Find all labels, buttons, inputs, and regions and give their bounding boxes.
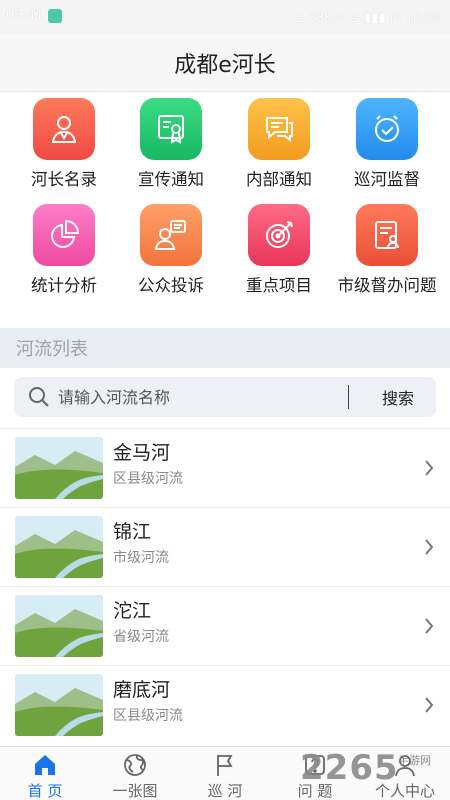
- chevron-right-icon: [425, 539, 434, 555]
- chevron-right-icon: [425, 618, 434, 634]
- grid-item-label: 河长名录: [31, 170, 97, 189]
- grid-item-label: 巡河监督: [354, 170, 420, 189]
- tab-map[interactable]: 一张图: [90, 747, 180, 800]
- list-item[interactable]: 磨底河 区县级河流: [0, 665, 450, 744]
- notification-app-icon: [48, 9, 62, 23]
- function-grid: 河长名录 宣传通知 内部通知 巡河监督 统计分析 公众投诉 重点项目 市级督办问…: [0, 92, 450, 328]
- app-header: 成都e河长: [0, 34, 450, 92]
- grid-item-internal-notice[interactable]: 内部通知: [223, 92, 335, 196]
- river-level: 市级河流: [113, 550, 169, 566]
- river-thumbnail: [15, 437, 103, 499]
- search-area: 搜索: [0, 368, 450, 428]
- grid-item-label: 内部通知: [246, 170, 312, 189]
- status-indicators: 2.33K/s ᯤ ▮▮▮ ıll 100%: [295, 11, 442, 26]
- river-level: 区县级河流: [113, 708, 183, 724]
- river-list: 金马河 区县级河流 锦江 市级河流 沱江 省级河流 磨底河 区县级河流: [0, 428, 450, 746]
- search-box: 搜索: [14, 377, 436, 417]
- grid-item-public-complaint[interactable]: 公众投诉: [115, 198, 227, 302]
- grid-item-city-supervised-issues[interactable]: 市级督办问题: [331, 198, 443, 302]
- river-level: 区县级河流: [113, 471, 183, 487]
- person-badge-icon: [33, 98, 95, 160]
- globe-icon: [124, 754, 146, 776]
- list-item[interactable]: 沱江 省级河流: [0, 586, 450, 665]
- chat-bubbles-icon: [248, 98, 310, 160]
- clock-check-icon: [356, 98, 418, 160]
- river-list-section-title: 河流列表: [0, 328, 450, 368]
- river-name: 锦江: [113, 521, 152, 543]
- search-icon: [29, 387, 49, 407]
- river-thumbnail: [15, 674, 103, 736]
- river-name: 金马河: [113, 442, 171, 464]
- search-button[interactable]: 搜索: [360, 377, 436, 417]
- river-search-input[interactable]: [58, 377, 348, 417]
- chevron-right-icon: [425, 460, 434, 476]
- tab-label: 首 页: [27, 782, 63, 800]
- list-item[interactable]: 金马河 区县级河流: [0, 428, 450, 507]
- watermark-logo: 2265: [300, 748, 399, 788]
- chevron-right-icon: [425, 697, 434, 713]
- river-thumbnail: [15, 595, 103, 657]
- tab-label: 巡 河: [207, 782, 243, 800]
- grid-item-patrol-supervision[interactable]: 巡河监督: [331, 92, 443, 196]
- person-speech-icon: [140, 204, 202, 266]
- flag-icon: [217, 755, 233, 776]
- tab-label: 一张图: [112, 782, 158, 800]
- grid-item-label: 公众投诉: [138, 276, 204, 295]
- page-title: 成都e河长: [174, 52, 276, 78]
- grid-item-label: 市级督办问题: [337, 276, 437, 295]
- grid-item-label: 重点项目: [246, 276, 312, 295]
- target-icon: [248, 204, 310, 266]
- grid-item-publicity-notice[interactable]: 宣传通知: [115, 92, 227, 196]
- search-divider: [348, 385, 349, 409]
- river-name: 磨底河: [113, 679, 171, 701]
- river-level: 省级河流: [113, 629, 169, 645]
- home-icon: [35, 755, 55, 775]
- grid-item-river-chief-list[interactable]: 河长名录: [8, 92, 120, 196]
- certificate-icon: [140, 98, 202, 160]
- tab-home[interactable]: 首 页: [0, 747, 90, 800]
- river-thumbnail: [15, 516, 103, 578]
- list-item[interactable]: 锦江 市级河流: [0, 507, 450, 586]
- status-time: 09:41: [6, 8, 44, 23]
- status-bar: 09:41 2.33K/s ᯤ ▮▮▮ ıll 100%: [0, 0, 450, 34]
- grid-item-key-projects[interactable]: 重点项目: [223, 198, 335, 302]
- river-name: 沱江: [113, 600, 152, 622]
- grid-item-label: 宣传通知: [138, 170, 204, 189]
- pie-chart-icon: [33, 204, 95, 266]
- tab-patrol[interactable]: 巡 河: [180, 747, 270, 800]
- grid-item-statistics[interactable]: 统计分析: [8, 198, 120, 302]
- grid-item-label: 统计分析: [31, 276, 97, 295]
- document-person-icon: [356, 204, 418, 266]
- watermark-subtitle: 手游网: [398, 754, 431, 767]
